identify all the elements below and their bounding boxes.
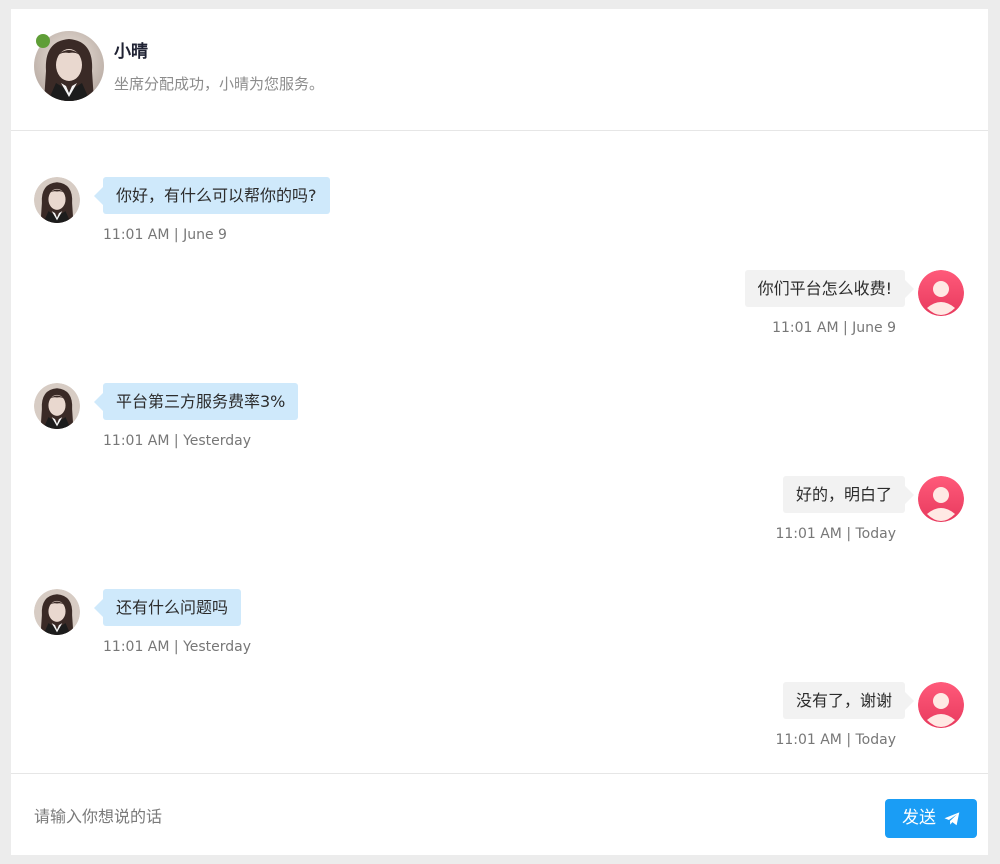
message-timestamp: 11:01 AM | Yesterday — [103, 639, 252, 655]
message-list[interactable]: 你好，有什么可以帮你的吗? 11:01 AM | June 9 你们平台怎么收费… — [11, 132, 988, 773]
message-composer: 发送 — [11, 773, 988, 855]
message-timestamp: 11:01 AM | Today — [775, 732, 896, 748]
agent-avatar-small — [34, 589, 80, 635]
message-timestamp: 11:01 AM | June 9 — [772, 320, 896, 336]
paper-plane-icon — [944, 811, 960, 825]
user-avatar — [918, 682, 964, 728]
agent-name: 小晴 — [114, 42, 148, 62]
message-timestamp: 11:01 AM | June 9 — [103, 227, 227, 243]
send-button[interactable]: 发送 — [885, 799, 977, 838]
message-timestamp: 11:01 AM | Today — [775, 526, 896, 542]
message-input[interactable] — [34, 802, 814, 830]
message-bubble: 平台第三方服务费率3% — [93, 383, 299, 420]
message-bubble: 没有了，谢谢 — [782, 682, 915, 719]
message-bubble: 你们平台怎么收费! — [744, 270, 915, 307]
online-status-dot — [36, 34, 50, 48]
message-bubble: 你好，有什么可以帮你的吗? — [94, 177, 330, 214]
assignment-status-text: 坐席分配成功，小晴为您服务。 — [114, 75, 325, 93]
chat-header: 小晴 坐席分配成功，小晴为您服务。 — [11, 9, 988, 131]
user-avatar — [918, 270, 964, 316]
agent-avatar-small — [34, 177, 80, 223]
message-bubble: 好的，明白了 — [782, 476, 915, 513]
agent-avatar-small — [34, 383, 80, 429]
message-bubble: 还有什么问题吗 — [93, 589, 242, 626]
chat-window: 小晴 坐席分配成功，小晴为您服务。 你好，有什么可以帮你的吗? 11:01 AM… — [11, 9, 988, 855]
message-timestamp: 11:01 AM | Yesterday — [103, 433, 252, 449]
send-button-label: 发送 — [902, 808, 936, 828]
user-avatar — [918, 476, 964, 522]
